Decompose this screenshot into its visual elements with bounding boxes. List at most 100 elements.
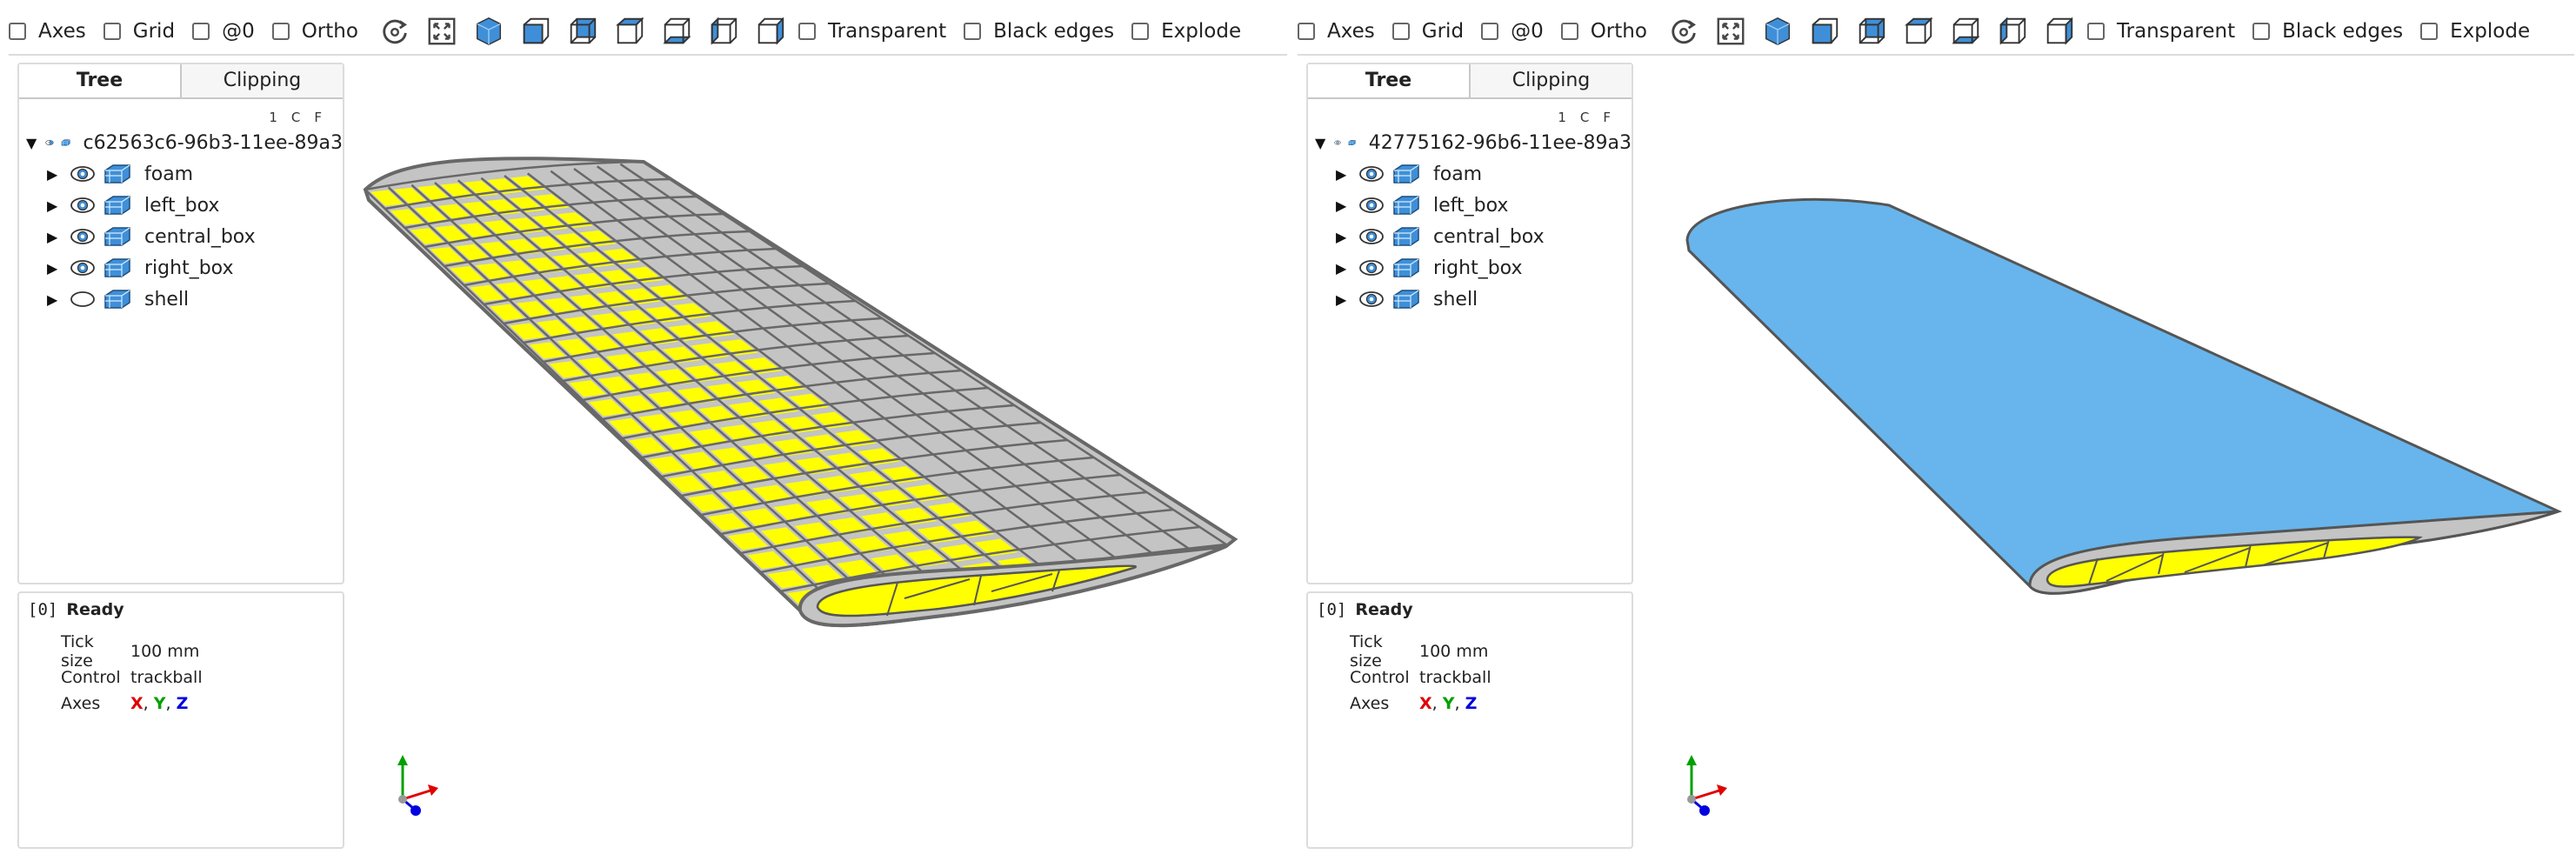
eye-icon[interactable] bbox=[70, 197, 96, 214]
tree-item-right-box[interactable]: ▶ right_box bbox=[19, 252, 343, 284]
expand-icon[interactable]: ▶ bbox=[47, 229, 61, 245]
fit-view-icon[interactable] bbox=[1712, 12, 1750, 50]
at0-checkbox[interactable] bbox=[192, 23, 210, 40]
shape-icon[interactable] bbox=[1391, 289, 1421, 310]
eye-closed-icon[interactable] bbox=[70, 290, 96, 308]
at0-toggle[interactable]: @0 bbox=[192, 20, 255, 43]
tab-tree[interactable]: Tree bbox=[1308, 64, 1471, 97]
expand-icon[interactable]: ▶ bbox=[1336, 197, 1350, 214]
collapse-icon[interactable]: ▼ bbox=[1315, 135, 1325, 151]
tree-item-left-box[interactable]: ▶ left_box bbox=[19, 190, 343, 221]
shape-icon[interactable] bbox=[1391, 226, 1421, 247]
grid-checkbox[interactable] bbox=[103, 23, 121, 40]
top-view-icon[interactable] bbox=[1899, 12, 1938, 50]
expand-icon[interactable]: ▶ bbox=[47, 291, 61, 308]
axes-toggle[interactable]: Axes bbox=[1298, 20, 1375, 43]
grid-toggle[interactable]: Grid bbox=[103, 20, 175, 43]
expand-icon[interactable]: ▶ bbox=[1336, 229, 1350, 245]
axes-checkbox[interactable] bbox=[9, 23, 26, 40]
ortho-checkbox[interactable] bbox=[1560, 23, 1578, 40]
at0-checkbox[interactable] bbox=[1481, 23, 1499, 40]
tree-item-foam[interactable]: ▶ foam bbox=[19, 158, 343, 190]
expand-icon[interactable]: ▶ bbox=[47, 197, 61, 214]
transparent-checkbox[interactable] bbox=[797, 23, 816, 40]
expand-icon[interactable]: ▶ bbox=[47, 166, 61, 183]
black-edges-checkbox[interactable] bbox=[964, 23, 982, 40]
left-view-icon[interactable] bbox=[704, 12, 743, 50]
tab-clipping[interactable]: Clipping bbox=[1471, 64, 1632, 97]
bottom-view-icon[interactable] bbox=[657, 12, 696, 50]
right-view-icon[interactable] bbox=[2040, 12, 2079, 50]
shape-icon[interactable] bbox=[103, 195, 132, 216]
eye-icon[interactable] bbox=[1358, 228, 1385, 245]
eye-icon[interactable] bbox=[1334, 134, 1342, 151]
ortho-checkbox[interactable] bbox=[271, 23, 290, 40]
fit-view-icon[interactable] bbox=[423, 12, 461, 50]
explode-checkbox[interactable] bbox=[2420, 23, 2439, 40]
tab-clipping[interactable]: Clipping bbox=[182, 64, 343, 97]
eye-icon[interactable] bbox=[70, 165, 96, 183]
right-view-icon[interactable] bbox=[751, 12, 790, 50]
black-edges-toggle[interactable]: Black edges bbox=[2252, 20, 2403, 43]
tree-item-shell[interactable]: ▶ shell bbox=[19, 284, 343, 315]
shape-icon[interactable] bbox=[1391, 195, 1421, 216]
tree-item-foam[interactable]: ▶ foam bbox=[1308, 158, 1632, 190]
transparent-checkbox[interactable] bbox=[2086, 23, 2105, 40]
top-view-icon[interactable] bbox=[611, 12, 649, 50]
ortho-toggle[interactable]: Ortho bbox=[1560, 20, 1647, 43]
tree-item-central-box[interactable]: ▶ central_box bbox=[1308, 221, 1632, 252]
shape-icon[interactable] bbox=[103, 226, 132, 247]
reset-view-icon[interactable] bbox=[1665, 12, 1703, 50]
expand-icon[interactable]: ▶ bbox=[1336, 291, 1350, 308]
grid-toggle[interactable]: Grid bbox=[1391, 20, 1464, 43]
eye-icon[interactable] bbox=[1358, 259, 1385, 277]
axes-toggle[interactable]: Axes bbox=[9, 20, 86, 43]
transparent-toggle[interactable]: Transparent bbox=[2086, 20, 2235, 43]
eye-icon[interactable] bbox=[1358, 165, 1385, 183]
transparent-toggle[interactable]: Transparent bbox=[797, 20, 946, 43]
viewport-3d[interactable] bbox=[348, 59, 1287, 858]
eye-icon[interactable] bbox=[70, 228, 96, 245]
axes-checkbox[interactable] bbox=[1298, 23, 1315, 40]
rear-view-icon[interactable] bbox=[564, 12, 602, 50]
collapse-icon[interactable]: ▼ bbox=[26, 135, 37, 151]
shape-icon[interactable] bbox=[103, 257, 132, 278]
front-view-icon[interactable] bbox=[517, 12, 555, 50]
shape-icon[interactable] bbox=[61, 132, 70, 153]
eye-half-icon[interactable] bbox=[45, 134, 54, 151]
shape-icon[interactable] bbox=[1348, 132, 1357, 153]
explode-toggle[interactable]: Explode bbox=[1131, 20, 1241, 43]
rear-view-icon[interactable] bbox=[1852, 12, 1891, 50]
eye-icon[interactable] bbox=[1358, 290, 1385, 308]
shape-icon[interactable] bbox=[103, 289, 132, 310]
tab-tree[interactable]: Tree bbox=[19, 64, 182, 97]
black-edges-checkbox[interactable] bbox=[2252, 23, 2271, 40]
black-edges-toggle[interactable]: Black edges bbox=[964, 20, 1114, 43]
expand-icon[interactable]: ▶ bbox=[47, 260, 61, 277]
at0-toggle[interactable]: @0 bbox=[1481, 20, 1544, 43]
tree-item-central-box[interactable]: ▶ central_box bbox=[19, 221, 343, 252]
eye-icon[interactable] bbox=[1358, 197, 1385, 214]
shape-icon[interactable] bbox=[103, 164, 132, 184]
tree-root[interactable]: ▼ c62563c6-96b3-11ee-89a3 bbox=[19, 127, 343, 158]
iso-view-icon[interactable] bbox=[1758, 12, 1797, 50]
grid-checkbox[interactable] bbox=[1391, 23, 1410, 40]
tree-item-left-box[interactable]: ▶ left_box bbox=[1308, 190, 1632, 221]
bottom-view-icon[interactable] bbox=[1946, 12, 1985, 50]
tree-item-shell[interactable]: ▶ shell bbox=[1308, 284, 1632, 315]
expand-icon[interactable]: ▶ bbox=[1336, 260, 1350, 277]
explode-checkbox[interactable] bbox=[1131, 23, 1150, 40]
shape-icon[interactable] bbox=[1391, 257, 1421, 278]
shape-icon[interactable] bbox=[1391, 164, 1421, 184]
tree-item-right-box[interactable]: ▶ right_box bbox=[1308, 252, 1632, 284]
front-view-icon[interactable] bbox=[1805, 12, 1844, 50]
left-view-icon[interactable] bbox=[1993, 12, 2032, 50]
eye-icon[interactable] bbox=[70, 259, 96, 277]
iso-view-icon[interactable] bbox=[470, 12, 508, 50]
reset-view-icon[interactable] bbox=[376, 12, 414, 50]
viewport-3d[interactable] bbox=[1637, 59, 2576, 858]
ortho-toggle[interactable]: Ortho bbox=[271, 20, 358, 43]
tree-root[interactable]: ▼ 42775162-96b6-11ee-89a3 bbox=[1308, 127, 1632, 158]
explode-toggle[interactable]: Explode bbox=[2420, 20, 2530, 43]
expand-icon[interactable]: ▶ bbox=[1336, 166, 1350, 183]
